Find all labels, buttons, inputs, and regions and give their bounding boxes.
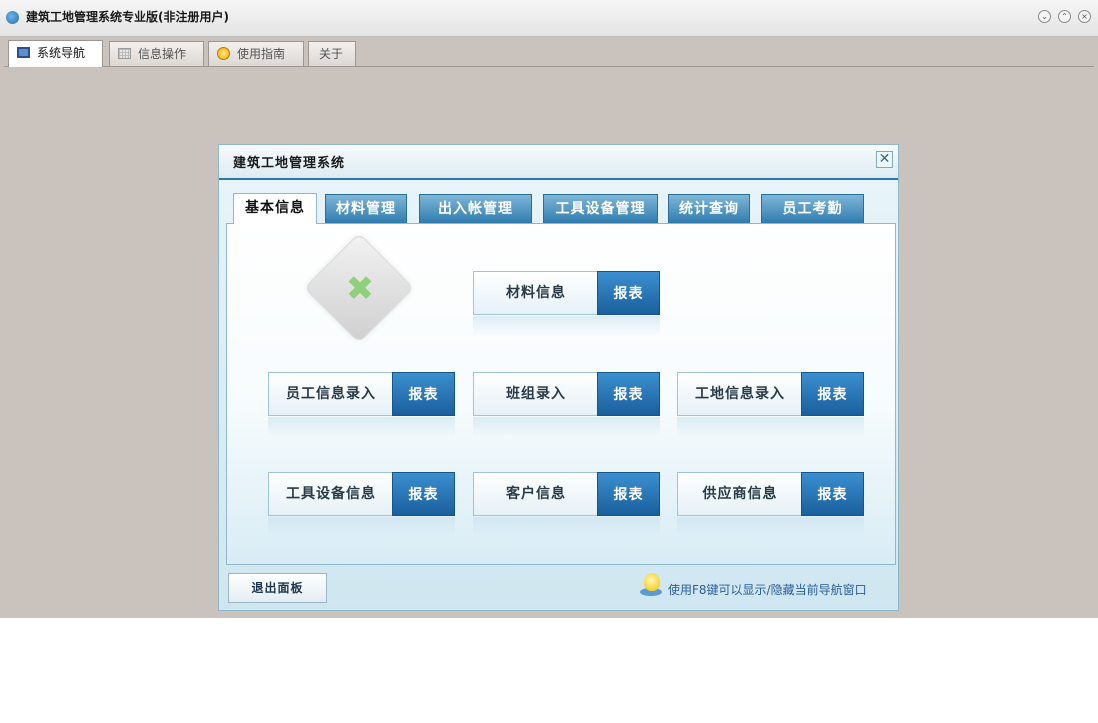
dialog-title: 建筑工地管理系统	[233, 156, 346, 171]
site-info-entry-button[interactable]: 工地信息录入 报表	[677, 372, 864, 416]
button-reflection	[473, 417, 660, 437]
site-info-report-button[interactable]: 报表	[801, 372, 864, 416]
material-info-report-button[interactable]: 报表	[597, 271, 660, 315]
application-window: 建筑工地管理系统专业版(非注册用户) ⌄ ⌃ × 系统导航 信息操作 使用指南 …	[0, 0, 1098, 618]
button-label: 班组录入	[506, 386, 566, 402]
lightbulb-icon	[644, 573, 660, 591]
tab-material-management[interactable]: 材料管理	[325, 194, 407, 223]
button-reflection	[473, 316, 660, 336]
main-tab-strip: 系统导航 信息操作 使用指南 关于	[0, 37, 1098, 67]
tab-label: 信息操作	[138, 47, 187, 61]
button-reflection	[677, 517, 864, 537]
dialog-header: 建筑工地管理系统 ✕	[219, 145, 898, 180]
exit-panel-button[interactable]: 退出面板	[228, 573, 327, 603]
button-reflection	[677, 417, 864, 437]
team-entry-button[interactable]: 班组录入 报表	[473, 372, 660, 416]
close-button[interactable]: ×	[1078, 10, 1091, 23]
team-report-button[interactable]: 报表	[597, 372, 660, 416]
button-label: 客户信息	[506, 486, 566, 502]
tab-statistics-query[interactable]: 统计查询	[668, 194, 750, 223]
monitor-icon	[17, 47, 30, 58]
grid-icon	[118, 48, 131, 59]
tab-label: 使用指南	[237, 47, 286, 61]
equipment-info-report-button[interactable]: 报表	[392, 472, 455, 516]
button-reflection	[268, 417, 455, 437]
customer-info-report-button[interactable]: 报表	[597, 472, 660, 516]
f8-hint-text: 使用F8键可以显示/隐藏当前导航窗口	[668, 583, 867, 597]
tab-system-navigation[interactable]: 系统导航	[8, 40, 103, 67]
tab-about[interactable]: 关于	[308, 41, 356, 66]
customer-info-button[interactable]: 客户信息 报表	[473, 472, 660, 516]
button-label: 材料信息	[506, 285, 566, 301]
minimize-button[interactable]: ⌄	[1038, 10, 1051, 23]
employee-info-report-button[interactable]: 报表	[392, 372, 455, 416]
navigation-dialog: 建筑工地管理系统 ✕ 基本信息 材料管理 出入帐管理 工具设备管理 统计查询 员…	[218, 144, 899, 611]
title-bar: 建筑工地管理系统专业版(非注册用户) ⌄ ⌃ ×	[0, 0, 1098, 37]
button-label: 员工信息录入	[286, 386, 376, 402]
button-label: 工具设备信息	[286, 486, 376, 502]
supplier-info-button[interactable]: 供应商信息 报表	[677, 472, 864, 516]
employee-info-entry-button[interactable]: 员工信息录入 报表	[268, 372, 455, 416]
tab-label: 系统导航	[37, 46, 86, 60]
material-info-button[interactable]: 材料信息 报表	[473, 271, 660, 315]
supplier-info-report-button[interactable]: 报表	[801, 472, 864, 516]
tab-content-panel: ✖ 材料信息 报表 员工信息录入 报表 班组录入 报表 工地信息录入 报表 工具…	[226, 223, 896, 565]
guide-icon	[217, 47, 230, 60]
button-label: 工地信息录入	[695, 386, 785, 402]
dialog-close-button[interactable]: ✕	[876, 151, 893, 168]
tab-basic-info[interactable]: 基本信息	[233, 193, 317, 224]
button-reflection	[268, 517, 455, 537]
tools-icon: ✖	[345, 269, 375, 309]
tab-user-guide[interactable]: 使用指南	[208, 41, 304, 66]
app-logo-icon	[6, 11, 19, 24]
window-title: 建筑工地管理系统专业版(非注册用户)	[26, 10, 229, 24]
tab-attendance[interactable]: 员工考勤	[761, 194, 864, 223]
tab-label: 关于	[319, 47, 344, 61]
button-reflection	[473, 517, 660, 537]
maximize-button[interactable]: ⌃	[1058, 10, 1071, 23]
tab-accounts-management[interactable]: 出入帐管理	[419, 194, 532, 223]
button-label: 供应商信息	[702, 486, 778, 502]
tab-info-operations[interactable]: 信息操作	[109, 41, 204, 66]
equipment-info-button[interactable]: 工具设备信息 报表	[268, 472, 455, 516]
tab-equipment-management[interactable]: 工具设备管理	[543, 194, 658, 223]
